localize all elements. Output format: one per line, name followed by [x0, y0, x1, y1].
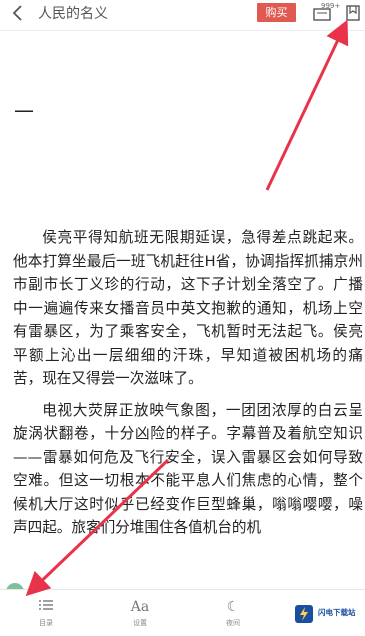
- tab-catalog[interactable]: 目录: [21, 590, 71, 636]
- tab-label: 目录: [39, 619, 53, 627]
- tab-settings[interactable]: Aa 设置: [115, 590, 165, 636]
- bookmark-icon[interactable]: [345, 4, 361, 22]
- paragraph: 侯亮平得知航班无限期延误，急得差点跳起来。他本打算坐最后一班飞机赶往H省，协调指…: [13, 229, 363, 387]
- tab-night-mode[interactable]: ☾ 夜间: [208, 590, 258, 636]
- tab-label: 夜间: [226, 619, 240, 627]
- reading-content: 侯亮平得知航班无限期延误，急得差点跳起来。他本打算坐最后一班飞机赶往H省，协调指…: [13, 226, 363, 548]
- list-icon: [21, 596, 71, 618]
- chapter-heading: —: [14, 98, 34, 122]
- font-icon: Aa: [130, 599, 150, 615]
- buy-button[interactable]: 购买: [257, 3, 296, 22]
- paragraph: 电视大荧屏正放映气象图，一团团浓厚的白云呈旋涡状翻卷，十分凶险的样子。字幕普及着…: [13, 401, 363, 537]
- watermark-text: 闪电下载站: [318, 608, 356, 617]
- header-divider: [0, 30, 365, 31]
- top-bar: 人民的名义 购买 999+: [0, 0, 365, 28]
- arrow-to-bookmark: [265, 19, 349, 191]
- back-arrow-icon[interactable]: [10, 4, 26, 22]
- comment-count-badge: 999+: [321, 2, 341, 10]
- tab-label: 设置: [133, 619, 147, 627]
- book-title: 人民的名义: [38, 6, 108, 22]
- moon-icon: ☾: [226, 599, 240, 615]
